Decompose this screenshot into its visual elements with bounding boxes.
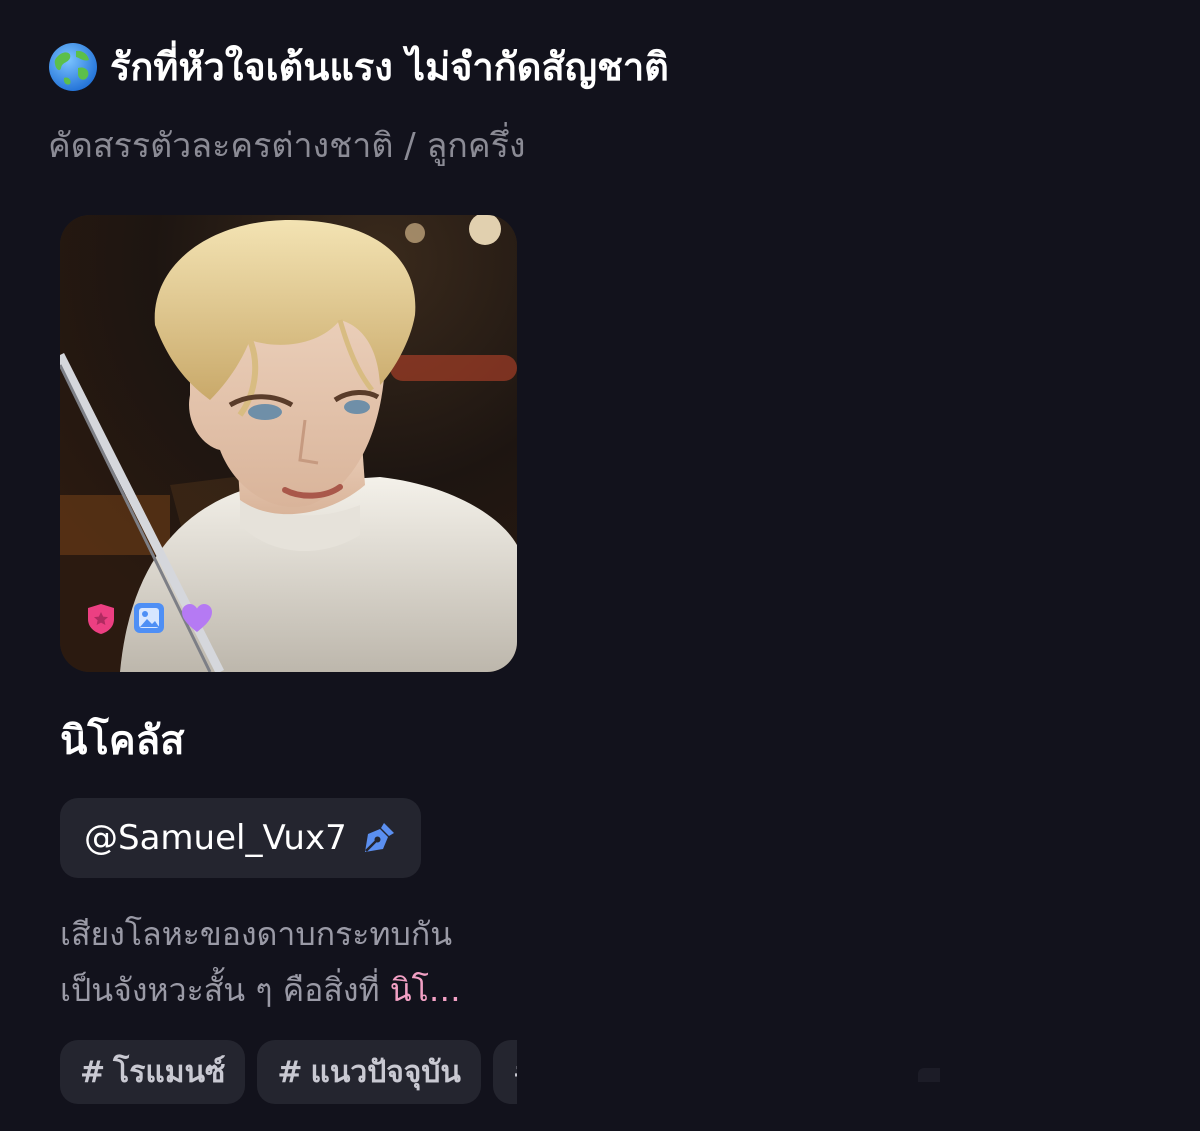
image-icon [134, 603, 164, 633]
character-description: เสียงโลหะของดาบกระทบกัน เป็นจังหวะสั้น ๆ… [60, 906, 530, 1018]
tag-label: โรแมนซ์ [113, 1054, 226, 1090]
description-line: เสียงโลหะของดาบกระทบกัน [60, 915, 453, 953]
hash-symbol: # [513, 1055, 517, 1090]
character-avatar[interactable] [60, 215, 517, 672]
tag-chip[interactable]: # โรแมนซ์ [60, 1040, 246, 1104]
character-name[interactable]: นิโคลัส [60, 708, 517, 772]
hash-symbol: # [277, 1054, 303, 1090]
description-line: เป็นจังหวะสั้น ๆ คือสิ่งที่ นิโ… [60, 962, 530, 1018]
description-text: เป็นจังหวะสั้น ๆ คือสิ่งที่ [60, 971, 390, 1009]
hash-symbol: # [80, 1054, 106, 1090]
character-card[interactable]: นิโคลัส @Samuel_Vux7 เสียงโลหะของดาบกระท… [60, 215, 517, 1104]
tag-list: # โรแมนซ์ # แนวปัจจุบัน # [60, 1040, 517, 1104]
globe-icon [49, 42, 97, 91]
section-title: รักที่หัวใจเต้นแรง ไม่จำกัดสัญชาติ [110, 45, 669, 89]
pen-nib-icon [364, 823, 394, 852]
creator-chip[interactable]: @Samuel_Vux7 [60, 798, 421, 878]
description-highlight: นิโ… [389, 971, 461, 1009]
shield-star-icon [88, 604, 114, 634]
creator-handle: @Samuel_Vux7 [84, 818, 347, 858]
heart-icon [182, 604, 212, 632]
badge-row [84, 601, 214, 635]
background-fragment [918, 1068, 940, 1082]
tag-chip[interactable]: # แนวปัจจุบัน [257, 1040, 481, 1104]
tag-label: แนวปัจจุบัน [310, 1054, 461, 1090]
tag-chip[interactable]: # [492, 1040, 517, 1104]
section-header: รักที่หัวใจเต้นแรง ไม่จำกัดสัญชาติ [48, 36, 669, 97]
section-subtitle: คัดสรรตัวละครต่างชาติ / ลูกครึ่ง [48, 126, 526, 166]
